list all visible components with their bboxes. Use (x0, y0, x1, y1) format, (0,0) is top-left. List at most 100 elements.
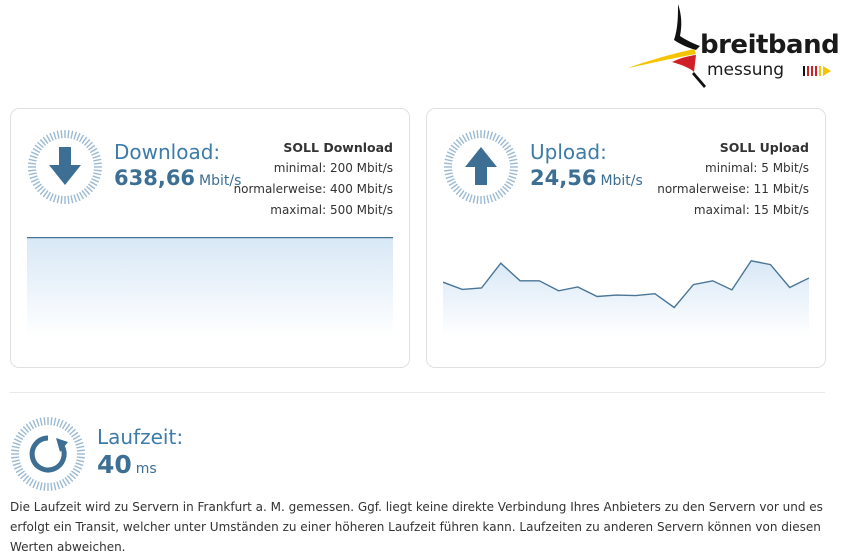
gauge-tick (53, 482, 57, 491)
gauge-tick (468, 194, 473, 203)
gauge-tick (509, 158, 518, 162)
gauge-tick (88, 144, 96, 151)
gauge-tick (74, 438, 83, 443)
gauge-tick (32, 147, 41, 154)
gauge-tick (497, 136, 504, 144)
download-soll-title: SOLL Download (283, 140, 393, 155)
gauge-tick (75, 462, 84, 467)
arrow-down-icon (49, 147, 81, 185)
gauge-tick (39, 417, 43, 426)
gauge-tick (89, 147, 98, 154)
gauge-tick (72, 434, 81, 441)
gauge-tick (486, 130, 490, 139)
gauge-tick (67, 130, 70, 139)
gauge-tick (35, 481, 40, 490)
gauge-tick (50, 482, 53, 491)
gauge-tick (28, 172, 37, 176)
latency-label: Laufzeit: (97, 425, 184, 449)
gauge-tick (88, 183, 96, 190)
gauge-tick (15, 467, 24, 474)
download-soll-normal: normalerweise: 400 Mbit/s (233, 182, 393, 196)
gauge-tick (34, 144, 42, 151)
download-chart (27, 237, 393, 337)
gauge-tick (70, 130, 74, 139)
gauge-tick (483, 195, 486, 204)
gauge-tick (93, 158, 102, 162)
gauge-tick (76, 456, 85, 459)
gauge-tick (13, 465, 22, 470)
gauge-tick (59, 419, 64, 428)
gauge-tick (11, 459, 20, 463)
gauge-tick (56, 481, 61, 490)
gauge-tick (43, 417, 46, 426)
download-soll: SOLL Download minimal: 200 Mbit/s normal… (234, 137, 393, 221)
gauge-tick (461, 191, 468, 200)
gauge-tick (461, 134, 468, 143)
gauge-tick (29, 154, 38, 159)
gauge-tick (445, 175, 454, 180)
gauge-tick (72, 467, 81, 474)
upload-unit: Mbit/s (600, 173, 643, 189)
upload-label: Upload: (530, 140, 607, 164)
gauge-tick (45, 134, 52, 143)
gauge-tick (446, 178, 455, 183)
gauge-tick (11, 449, 20, 452)
gauge-tick (11, 445, 20, 449)
gauge-tick (75, 441, 84, 446)
gauge-tick (49, 193, 54, 202)
gauge-tick (508, 154, 517, 159)
upload-chart (443, 260, 809, 337)
gauge-tick (70, 195, 74, 204)
gauge-tick (448, 147, 457, 154)
upload-soll: SOLL Upload minimal: 5 Mbit/s normalerwe… (657, 137, 809, 221)
gauge-tick (45, 191, 52, 200)
gauge-tick (52, 131, 57, 140)
gauge-tick (91, 151, 100, 156)
gauge-tick (446, 151, 455, 156)
gauge-tick (32, 480, 37, 489)
logo-bars-icon (803, 66, 831, 76)
gauge-tick (76, 459, 85, 463)
latency-info-text: Die Laufzeit wird zu Servern in Frankfur… (10, 500, 823, 554)
gauge-tick (489, 131, 494, 140)
gauge-tick (450, 183, 458, 190)
gauge-tick (444, 169, 453, 172)
gauge-tick (489, 194, 494, 203)
gauge-tick (32, 180, 41, 187)
gauge-tick (32, 419, 37, 428)
gauge-tick (486, 195, 490, 204)
gauge-tick (76, 449, 85, 452)
gauge-tick (505, 180, 514, 187)
refresh-circle-icon (29, 435, 68, 473)
gauge-tick (71, 470, 79, 477)
chart-area-fill (27, 237, 393, 337)
gauge-tick (509, 172, 518, 176)
upload-gauge (444, 130, 518, 204)
gauge-tick (12, 441, 21, 446)
download-value: 638,66 Mbit/s (114, 166, 241, 190)
gauge-tick (61, 478, 68, 487)
gauge-tick (12, 462, 21, 467)
latency-value: 40 ms (97, 450, 157, 479)
gauge-tick (64, 423, 71, 431)
latency-unit: ms (135, 461, 157, 477)
gauge-tick (28, 158, 37, 162)
gauge-tick (29, 175, 38, 180)
gauge-tick (444, 172, 453, 176)
gauge-tick (30, 151, 39, 156)
gauge-tick (93, 162, 102, 165)
gauge-tick (448, 180, 457, 187)
gauge-tick (492, 193, 497, 202)
download-card: Download: 638,66 Mbit/s SOLL Download min… (10, 108, 410, 368)
gauge-tick (73, 194, 78, 203)
latency-gauge (11, 417, 85, 491)
gauge-tick (42, 190, 49, 198)
upload-card: Upload: 24,56 Mbit/s SOLL Upload minimal:… (426, 108, 826, 368)
gauge-tick (497, 190, 504, 198)
gauge-tick (39, 482, 43, 491)
upload-value-number: 24,56 (530, 166, 597, 190)
gauge-tick (67, 195, 70, 204)
gauge-tick (93, 172, 102, 176)
gauge-tick (25, 477, 32, 485)
gauge-tick (509, 169, 518, 172)
